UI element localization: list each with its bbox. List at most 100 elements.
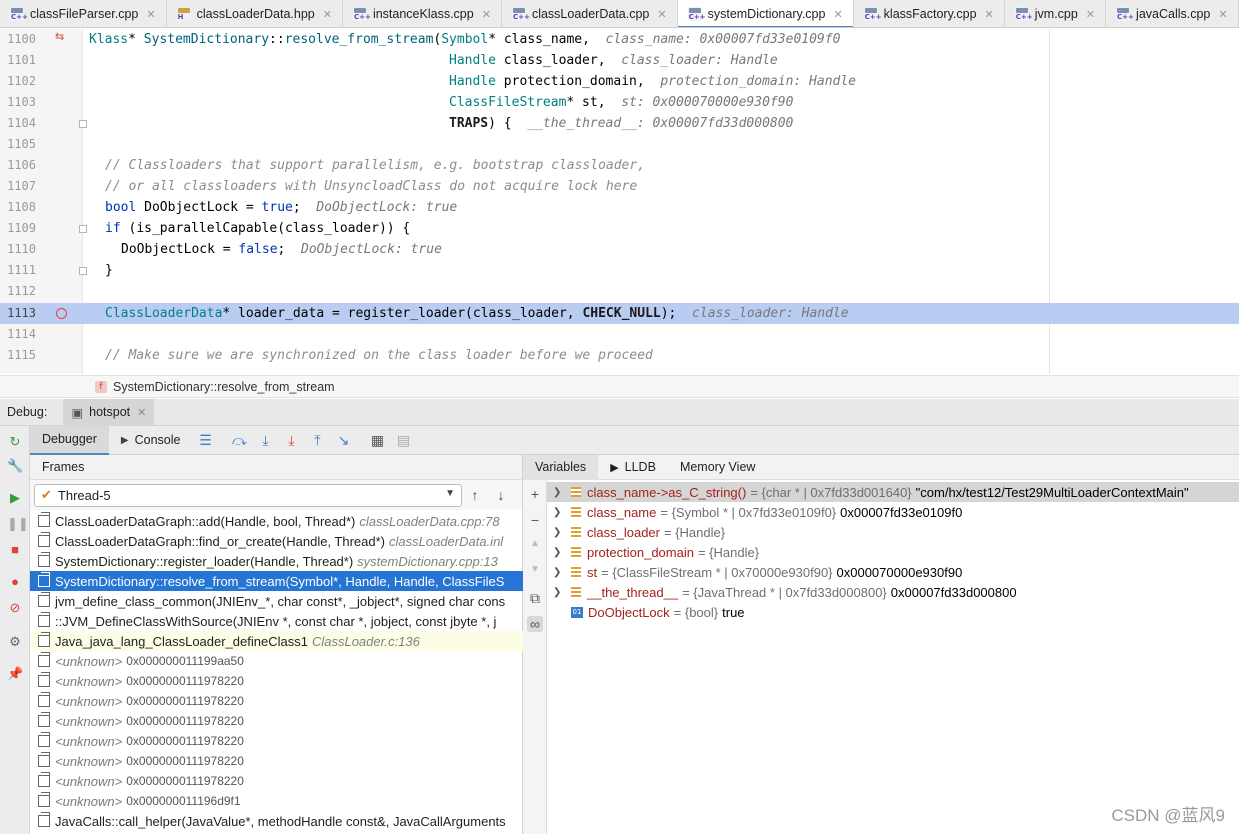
tab-memory-view[interactable]: Memory View (668, 455, 767, 480)
variable-row[interactable]: ❯ class_name = {Symbol * | 0x7fd33e0109f0}… (547, 502, 1239, 522)
expand-chevron-icon[interactable]: ❯ (553, 547, 565, 558)
tab-javacalls-cpp[interactable]: C++ javaCalls.cpp ✕ (1106, 0, 1239, 27)
stack-frame[interactable]: <unknown> 0x0000000111978220 (30, 771, 523, 791)
frame-up-button[interactable]: ↑ (462, 487, 488, 503)
close-icon[interactable]: ✕ (833, 8, 842, 21)
stack-frame[interactable]: JavaCalls::call_helper(JavaValue*, metho… (30, 811, 523, 831)
expand-chevron-icon[interactable]: ❯ (553, 567, 565, 578)
fold-marker-icon[interactable] (79, 225, 87, 233)
thread-select[interactable]: ✔ Thread-5 ▼ (34, 483, 462, 507)
stack-frame[interactable]: ClassLoaderDataGraph::add(Handle, bool, … (30, 511, 523, 531)
watch-icon (571, 487, 581, 497)
tab-systemdictionary-cpp[interactable]: C++ systemDictionary.cpp ✕ (677, 0, 854, 27)
tab-jvm-cpp[interactable]: C++ jvm.cpp ✕ (1005, 0, 1107, 27)
close-icon[interactable]: ✕ (146, 8, 155, 21)
close-icon[interactable]: ✕ (323, 8, 332, 21)
variable-row[interactable]: ❯ protection_domain = {Handle} (547, 542, 1239, 562)
show-watches-icon[interactable]: ∞ (527, 616, 543, 632)
stack-frame[interactable]: <unknown> 0x0000000111978220 (30, 751, 523, 771)
frame-name: ClassLoaderDataGraph::find_or_create(Han… (55, 533, 386, 549)
close-icon[interactable]: ✕ (985, 8, 994, 21)
inline-value-hint: class_loader: Handle (692, 306, 849, 321)
settings-wrench-icon[interactable]: 🔧 (7, 458, 23, 474)
close-icon[interactable]: ✕ (482, 8, 491, 21)
variables-tree: ❯ class_name->as_C_string() = {char * | 0x… (547, 482, 1239, 622)
breakpoint-icon[interactable] (56, 308, 67, 319)
tab-classloaderdata-hpp[interactable]: HclassLoaderData.hpp ✕ (167, 0, 343, 27)
step-over-icon[interactable]: ⤼ (226, 430, 252, 450)
line-number: 1107 (7, 179, 36, 193)
force-step-into-icon[interactable]: ⤓ (278, 430, 304, 450)
frame-name: <unknown> (55, 673, 123, 689)
pin-icon[interactable]: 📌 (7, 666, 23, 682)
variable-value: true (722, 604, 745, 620)
fold-marker-icon[interactable] (79, 267, 87, 275)
variable-row[interactable]: ❯ class_loader = {Handle} (547, 522, 1239, 542)
expand-chevron-icon[interactable]: ❯ (553, 587, 565, 598)
gear-icon[interactable]: ⚙ (7, 634, 23, 650)
line-number: 1113 (7, 306, 36, 320)
step-out-icon[interactable]: ⤒ (304, 430, 330, 450)
pause-icon[interactable]: ❚❚ (7, 516, 29, 532)
tab-debugger[interactable]: Debugger (30, 425, 109, 455)
variable-name: protection_domain (587, 544, 694, 560)
close-icon[interactable]: ✕ (1086, 8, 1095, 21)
code-editor[interactable]: 1100 ⇆ Klass* SystemDictionary::resolve_… (0, 29, 1239, 374)
inline-value-hint: __the_thread__: 0x00007fd33d000800 (527, 116, 794, 131)
close-icon[interactable]: ✕ (657, 8, 666, 21)
move-up-icon[interactable]: ▲ (527, 538, 543, 549)
run-to-cursor-icon[interactable]: ↘ (330, 430, 356, 450)
tab-variables[interactable]: Variables (523, 454, 599, 480)
tab-classfileparser-cpp[interactable]: C++ classFileParser.cpp ✕ (0, 0, 167, 27)
tab-lldb[interactable]: ▶ LLDB (598, 455, 668, 480)
evaluate-expression-icon[interactable]: ▦ (364, 430, 390, 450)
stack-frame[interactable]: SystemDictionary::register_loader(Handle… (30, 551, 523, 571)
stack-frame[interactable]: Java_java_lang_ClassLoader_defineClass1 C… (30, 631, 523, 651)
stack-frame[interactable]: <unknown> 0x0000000111978220 (30, 671, 523, 691)
variable-row[interactable]: ❯ st = {ClassFileStream * | 0x70000e930f90… (547, 562, 1239, 582)
stack-frame[interactable]: <unknown> 0x000000011196d9f1 (30, 791, 523, 811)
close-icon[interactable]: ✕ (1218, 8, 1227, 21)
stack-frame[interactable]: <unknown> 0x0000000111978220 (30, 711, 523, 731)
mute-breakpoints-icon[interactable]: ⊘ (7, 600, 23, 616)
remove-watch-icon[interactable]: − (527, 512, 543, 528)
variable-row[interactable]: ❯ class_name->as_C_string() = {char * | 0x… (547, 482, 1239, 502)
add-watch-icon[interactable]: + (527, 486, 543, 502)
stack-frame[interactable]: jvm_define_class_common(JNIEnv_*, char c… (30, 591, 523, 611)
expand-chevron-icon[interactable]: ❯ (553, 507, 565, 518)
stop-icon[interactable]: ■ (7, 542, 23, 558)
fold-marker-icon[interactable] (79, 120, 87, 128)
variable-row[interactable]: 01 DoObjectLock = {bool} true (547, 602, 1239, 622)
trace-icon[interactable]: ▤ (390, 430, 416, 450)
stack-frame[interactable]: SystemDictionary::resolve_from_stream(Sy… (30, 571, 523, 591)
watermark: CSDN @蓝风9 (1111, 806, 1225, 825)
view-breakpoints-icon[interactable]: ● (7, 574, 23, 590)
debug-session-tab[interactable]: ▣ hotspot ✕ (63, 398, 155, 426)
variable-row[interactable]: ❯ __the_thread__ = {JavaThread * | 0x7fd33… (547, 582, 1239, 602)
step-into-icon[interactable]: ⤓ (252, 430, 278, 450)
stack-frame[interactable]: <unknown> 0x0000000111978220 (30, 691, 523, 711)
stack-frame[interactable]: <unknown> 0x000000011199aa50 (30, 651, 523, 671)
tab-console[interactable]: ▶ Console (109, 426, 193, 455)
breadcrumb[interactable]: f SystemDictionary::resolve_from_stream (0, 375, 1239, 398)
rerun-icon[interactable]: ↻ (7, 434, 23, 450)
frame-down-button[interactable]: ↓ (488, 487, 514, 503)
tab-klassfactory-cpp[interactable]: C++ klassFactory.cpp ✕ (854, 0, 1005, 27)
expand-chevron-icon[interactable]: ❯ (553, 487, 565, 498)
tab-label: classLoaderData.cpp (531, 7, 650, 21)
move-down-icon[interactable]: ▼ (527, 564, 543, 575)
stack-frame[interactable]: ClassLoaderDataGraph::find_or_create(Han… (30, 531, 523, 551)
code-line-1114: 1114 (0, 324, 1239, 345)
expand-chevron-icon[interactable]: ❯ (553, 527, 565, 538)
frame-name: <unknown> (55, 753, 123, 769)
tab-instanceklass-cpp[interactable]: C++ instanceKlass.cpp ✕ (343, 0, 502, 27)
tab-classloaderdata-cpp[interactable]: C++ classLoaderData.cpp ✕ (502, 0, 678, 27)
stack-frame[interactable]: <unknown> 0x0000000111978220 (30, 731, 523, 751)
stack-frame[interactable]: ::JVM_DefineClassWithSource(JNIEnv *, co… (30, 611, 523, 631)
field-icon (571, 507, 581, 517)
line-number: 1110 (7, 242, 36, 256)
resume-icon[interactable]: ▶ (7, 490, 23, 506)
copy-icon[interactable]: ⧉ (527, 590, 543, 607)
close-icon[interactable]: ✕ (137, 406, 146, 419)
menu-icon[interactable]: ☰ (192, 430, 218, 450)
